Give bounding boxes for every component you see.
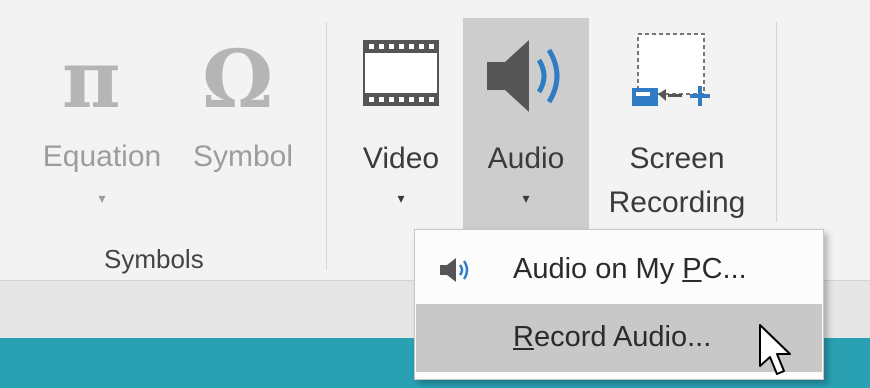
equation-dropdown-arrow: ▾: [98, 190, 106, 206]
speaker-icon: [440, 258, 469, 282]
audio-dropdown-arrow: ▾: [522, 190, 530, 206]
symbol-button[interactable]: Ω Symbol: [178, 32, 308, 190]
menu-item-label: Audio on My PC...: [513, 253, 747, 285]
video-label: Video: [362, 142, 440, 175]
screen-recording-icon: [632, 33, 710, 106]
mouse-cursor-icon: [759, 324, 791, 375]
menu-item-label: Record Audio...: [513, 321, 712, 353]
pi-icon: π: [62, 32, 121, 126]
equation-label: Equation: [42, 140, 162, 173]
video-dropdown-arrow: ▾: [397, 190, 405, 206]
symbol-label: Symbol: [192, 140, 294, 173]
omega-icon: Ω: [202, 32, 274, 126]
film-strip-icon: [363, 40, 439, 106]
audio-button[interactable]: Audio ▾: [463, 18, 589, 229]
video-button[interactable]: Video ▾: [346, 18, 456, 229]
screen-recording-label-line2: Recording: [608, 186, 746, 219]
menu-item-audio-on-my-pc[interactable]: Audio on My PC...: [416, 236, 822, 304]
group-separator: [326, 22, 327, 270]
symbols-group-label: Symbols: [104, 244, 204, 274]
equation-button[interactable]: π Equation ▾: [22, 32, 182, 220]
screen-recording-label-line1: Screen: [629, 142, 725, 175]
group-separator: [776, 22, 777, 222]
screen-recording-button[interactable]: Screen Recording: [592, 18, 762, 229]
audio-label: Audio: [487, 142, 565, 175]
